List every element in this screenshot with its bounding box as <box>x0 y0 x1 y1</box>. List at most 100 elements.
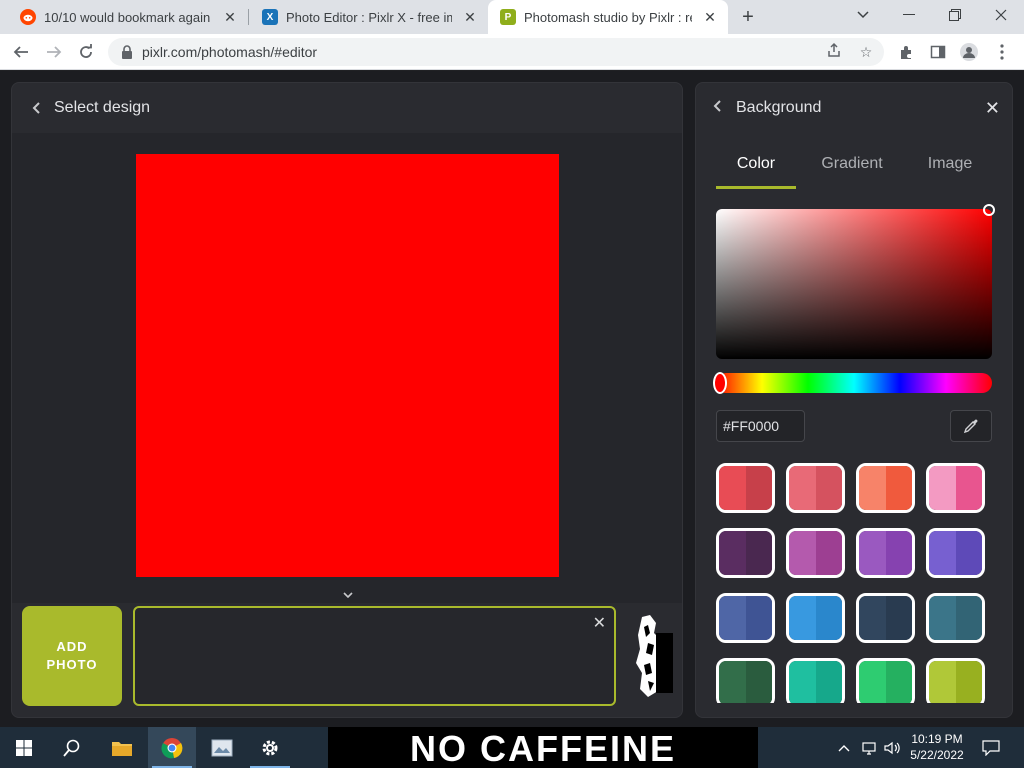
tab-reddit[interactable]: 10/10 would bookmark again ✕ <box>8 0 248 34</box>
color-swatch[interactable] <box>926 463 985 513</box>
swatch-half <box>815 596 842 640</box>
editor-panel: Select design ADD PHOTO ✕ <box>11 82 683 718</box>
color-swatch[interactable] <box>856 463 915 513</box>
saturation-value-picker[interactable] <box>716 209 992 359</box>
profile-avatar-icon[interactable] <box>957 40 981 64</box>
banner-text: NO CAFFEINE <box>410 728 677 768</box>
back-icon[interactable] <box>9 40 33 64</box>
clock-date: 5/22/2022 <box>910 748 964 762</box>
tab-photomash[interactable]: P Photomash studio by Pixlr : remo ✕ <box>488 0 728 34</box>
hex-color-input[interactable] <box>716 410 805 442</box>
tab-color[interactable]: Color <box>716 155 796 189</box>
swatch-half <box>815 466 842 510</box>
tab-image[interactable]: Image <box>916 155 984 189</box>
color-swatch[interactable] <box>716 593 775 643</box>
extensions-icon[interactable] <box>894 40 918 64</box>
url-text: pixlr.com/photomash/#editor <box>142 44 318 60</box>
color-swatch[interactable] <box>856 593 915 643</box>
chevron-down-icon[interactable] <box>341 587 355 601</box>
swatch-half <box>789 531 816 575</box>
search-icon[interactable] <box>48 727 96 768</box>
select-design-label: Select design <box>54 99 151 116</box>
clock-time: 10:19 PM <box>911 732 963 746</box>
color-swatch[interactable] <box>926 528 985 578</box>
tab-title: Photo Editor : Pixlr X - free image <box>286 9 452 25</box>
chevron-left-icon <box>32 102 40 114</box>
color-swatch[interactable] <box>926 593 985 643</box>
color-swatch[interactable] <box>856 658 915 703</box>
color-swatch[interactable] <box>786 658 845 703</box>
reload-icon[interactable] <box>74 40 98 64</box>
color-swatch[interactable] <box>786 463 845 513</box>
swatch-half <box>745 531 772 575</box>
windows-start-icon[interactable] <box>0 727 48 768</box>
close-tab-icon[interactable]: ✕ <box>222 9 238 25</box>
close-tray-icon[interactable]: ✕ <box>593 616 606 632</box>
swatch-half <box>789 661 816 703</box>
photo-tray[interactable]: ✕ <box>133 606 616 706</box>
browser-tab-strip: 10/10 would bookmark again ✕ X Photo Edi… <box>0 0 1024 34</box>
restore-icon[interactable] <box>932 0 978 30</box>
system-clock[interactable]: 10:19 PM 5/22/2022 <box>906 731 968 763</box>
design-thumbnail[interactable] <box>628 613 673 701</box>
color-swatch[interactable] <box>786 528 845 578</box>
new-tab-button[interactable]: + <box>736 5 760 29</box>
close-tab-icon[interactable]: ✕ <box>702 9 718 25</box>
design-canvas[interactable] <box>136 154 559 577</box>
hue-slider[interactable] <box>716 373 992 393</box>
swatch-half <box>815 531 842 575</box>
show-hidden-icons-icon[interactable] <box>838 727 850 768</box>
color-swatch[interactable] <box>716 658 775 703</box>
color-swatch[interactable] <box>716 528 775 578</box>
eyedropper-icon <box>963 419 978 434</box>
chrome-taskbar-icon[interactable] <box>148 727 196 768</box>
color-swatch[interactable] <box>716 463 775 513</box>
volume-icon[interactable] <box>884 727 902 768</box>
tab-divider <box>248 9 249 25</box>
chrome-menu-icon[interactable] <box>990 40 1014 64</box>
eyedropper-button[interactable] <box>950 410 992 442</box>
swatch-half <box>955 531 982 575</box>
add-photo-label-line2: PHOTO <box>46 657 98 672</box>
share-icon[interactable] <box>824 42 844 62</box>
swatch-half <box>789 466 816 510</box>
design-canvas-area <box>12 133 682 603</box>
taskbar-banner-image: NO CAFFEINE <box>328 727 758 768</box>
color-swatch[interactable] <box>926 658 985 703</box>
swatch-half <box>955 596 982 640</box>
tab-pixlr-x[interactable]: X Photo Editor : Pixlr X - free image ✕ <box>250 0 488 34</box>
tab-search-icon[interactable] <box>840 0 886 30</box>
side-panel-icon[interactable] <box>926 40 950 64</box>
close-panel-icon[interactable]: ✕ <box>985 99 1000 117</box>
swatch-half <box>885 531 912 575</box>
notifications-icon[interactable] <box>982 727 1000 768</box>
swatch-half <box>719 661 746 703</box>
tab-title: Photomash studio by Pixlr : remo <box>524 9 692 25</box>
background-panel-header: Background ✕ <box>696 83 1012 133</box>
network-icon[interactable] <box>862 727 880 768</box>
photomash-icon: P <box>500 9 516 25</box>
minimize-icon[interactable] <box>886 0 932 30</box>
color-swatch[interactable] <box>786 593 845 643</box>
lock-icon <box>122 45 132 59</box>
background-title: Background <box>736 99 822 116</box>
forward-icon[interactable] <box>42 40 66 64</box>
swatch-half <box>719 531 746 575</box>
chevron-left-icon[interactable] <box>712 99 724 118</box>
settings-gear-icon[interactable] <box>246 727 294 768</box>
swatch-half <box>955 661 982 703</box>
color-swatch[interactable] <box>856 528 915 578</box>
address-bar[interactable]: pixlr.com/photomash/#editor ☆ <box>108 38 884 66</box>
close-tab-icon[interactable]: ✕ <box>462 9 478 25</box>
hue-slider-handle[interactable] <box>713 372 727 394</box>
add-photo-button[interactable]: ADD PHOTO <box>22 606 122 706</box>
bookmark-star-icon[interactable]: ☆ <box>856 42 876 62</box>
close-window-icon[interactable] <box>978 0 1024 30</box>
tab-gradient[interactable]: Gradient <box>810 155 894 189</box>
photos-app-icon[interactable] <box>198 727 246 768</box>
file-explorer-icon[interactable] <box>98 727 146 768</box>
swatch-half <box>859 531 886 575</box>
swatch-half <box>815 661 842 703</box>
saturation-picker-handle[interactable] <box>983 204 995 216</box>
select-design-header[interactable]: Select design <box>12 83 682 133</box>
